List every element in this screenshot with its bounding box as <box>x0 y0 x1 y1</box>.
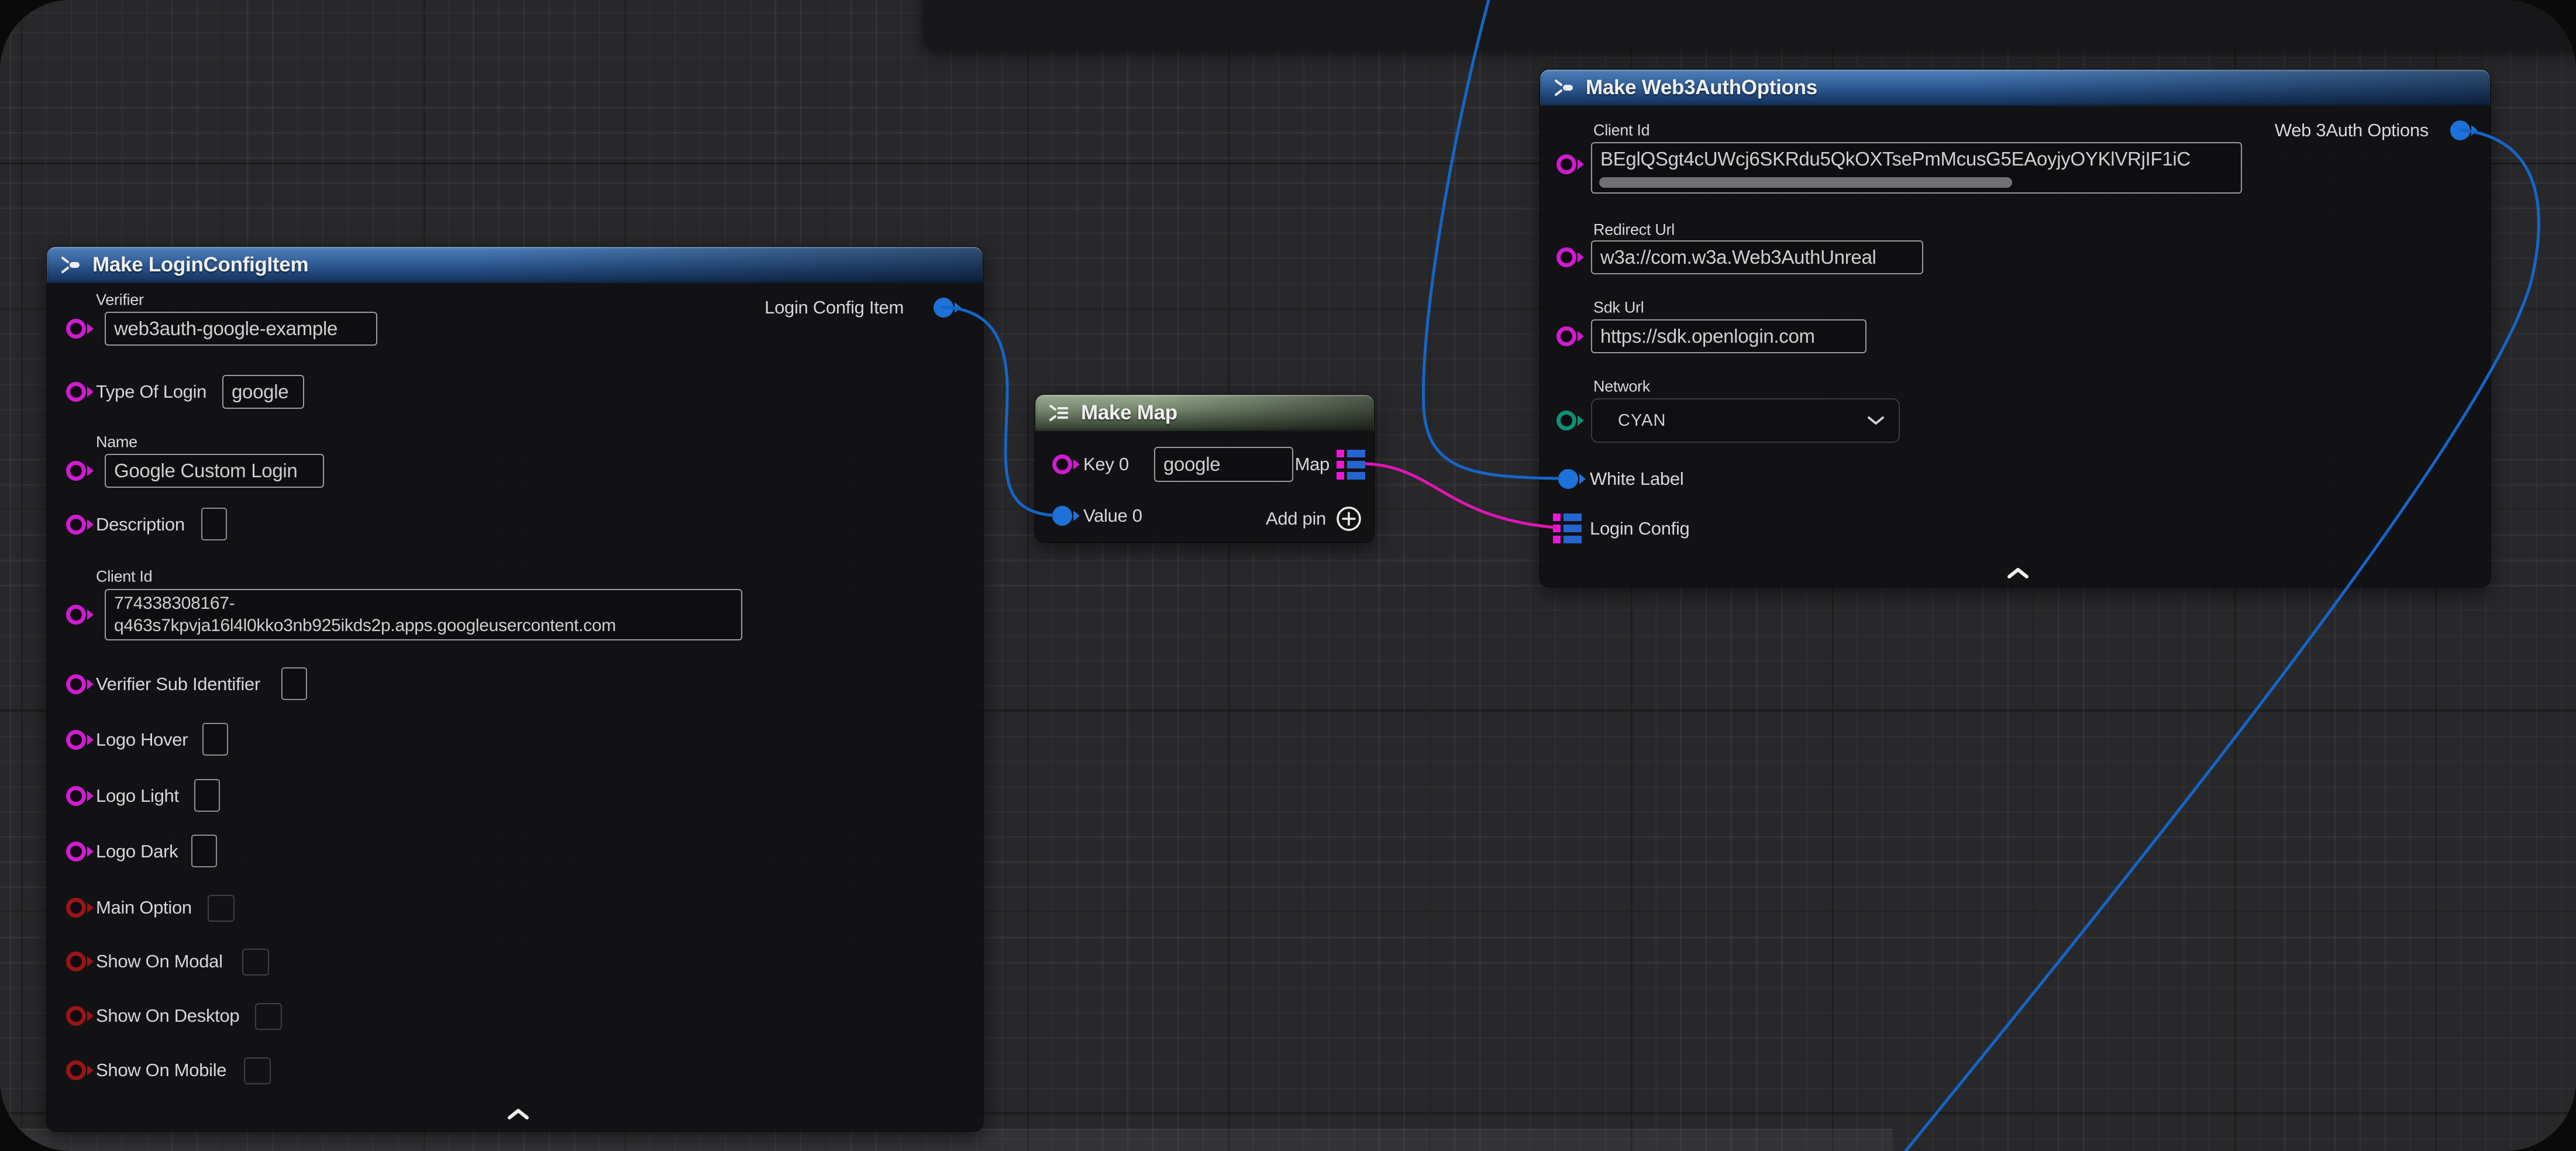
chevron-up-icon[interactable] <box>2007 567 2029 580</box>
input-pin-type-of-login[interactable] <box>66 382 95 402</box>
network-dropdown[interactable]: CYAN <box>1591 398 1900 443</box>
input-pin-client-id[interactable] <box>66 605 95 625</box>
node-title: Make Map <box>1081 401 1177 425</box>
wire-map-to-login-config[interactable] <box>1366 464 1556 528</box>
node-header-make-loginconfigitem[interactable]: Make LoginConfigItem <box>47 247 983 283</box>
pin-label-type-of-login: Type Of Login <box>96 381 206 402</box>
pin-label-main-option: Main Option <box>96 897 192 918</box>
node-header-make-map[interactable]: Make Map <box>1035 395 1374 431</box>
input-pin-value-0[interactable] <box>1052 506 1082 526</box>
pin-label-white-label: White Label <box>1590 468 1683 490</box>
pin-label-logo-dark: Logo Dark <box>96 841 178 862</box>
offscreen-node-edge <box>923 0 2576 49</box>
node-make-map[interactable]: Make Map Key 0 google Value 0 Map Add pi… <box>1035 394 1375 543</box>
add-pin-button[interactable]: Add pin <box>1266 505 1362 532</box>
pin-label-network: Network <box>1593 378 1650 396</box>
make-map-icon <box>1048 404 1070 422</box>
chevron-up-icon[interactable] <box>508 1108 529 1121</box>
blueprint-canvas[interactable]: Make LoginConfigItem Login Config Item V… <box>0 0 2576 1151</box>
pin-label-value-0: Value 0 <box>1083 505 1142 526</box>
input-pin-verifier[interactable] <box>66 319 95 339</box>
name-value: Google Custom Login <box>114 460 298 482</box>
input-pin-key-0[interactable] <box>1052 454 1082 474</box>
verifier-value: web3auth-google-example <box>114 318 338 340</box>
make-struct-icon <box>1553 78 1575 97</box>
pin-label-show-on-mobile: Show On Mobile <box>96 1060 226 1081</box>
output-pin-label: Login Config Item <box>764 297 904 318</box>
input-pin-show-on-modal[interactable] <box>66 952 95 971</box>
node-title: Make Web3AuthOptions <box>1586 76 1817 99</box>
input-pin-show-on-mobile[interactable] <box>66 1060 95 1080</box>
make-struct-icon <box>60 256 82 274</box>
main-option-checkbox[interactable] <box>208 895 235 922</box>
show-on-desktop-checkbox[interactable] <box>255 1003 282 1030</box>
logo-dark-input[interactable] <box>191 835 217 867</box>
key-0-value: google <box>1163 453 1220 475</box>
logo-hover-input[interactable] <box>202 723 228 756</box>
input-pin-redirect-url[interactable] <box>1556 247 1586 267</box>
client-id-scrollbar[interactable] <box>1599 177 2012 188</box>
logo-light-input[interactable] <box>194 779 220 812</box>
pin-label-verifier: Verifier <box>96 291 144 309</box>
pin-label-client-id: Client Id <box>96 568 152 586</box>
verifier-sub-identifier-input[interactable] <box>281 667 307 700</box>
output-pin-label: Web 3Auth Options <box>2275 120 2429 141</box>
client-id-value-line1: 774338308167- <box>114 592 235 615</box>
network-value: CYAN <box>1618 411 1666 430</box>
client-id-value: BEglQSgt4cUWcj6SKRdu5QkOXTsePmMcusG5EAoy… <box>1600 148 2191 170</box>
pin-label-description: Description <box>96 514 185 535</box>
client-id-input[interactable]: BEglQSgt4cUWcj6SKRdu5QkOXTsePmMcusG5EAoy… <box>1591 142 2242 194</box>
input-pin-client-id[interactable] <box>1556 154 1586 174</box>
comment-box-edge <box>0 1129 1893 1151</box>
pin-label-client-id: Client Id <box>1593 122 1649 140</box>
name-input[interactable]: Google Custom Login <box>105 454 324 488</box>
input-pin-name[interactable] <box>66 461 95 481</box>
add-pin-label: Add pin <box>1266 508 1326 529</box>
verifier-input[interactable]: web3auth-google-example <box>105 312 377 346</box>
input-pin-main-option[interactable] <box>66 898 95 918</box>
input-pin-sdk-url[interactable] <box>1556 326 1586 346</box>
pin-label-redirect-url: Redirect Url <box>1593 221 1675 239</box>
node-title: Make LoginConfigItem <box>92 253 308 277</box>
input-pin-network[interactable] <box>1556 411 1586 430</box>
input-pin-logo-light[interactable] <box>66 786 95 806</box>
redirect-url-value: w3a://com.w3a.Web3AuthUnreal <box>1600 246 1876 268</box>
input-pin-show-on-desktop[interactable] <box>66 1006 95 1026</box>
input-pin-white-label[interactable] <box>1558 469 1587 489</box>
client-id-value-line2: q463s7kpvja16l4l0kko3nb925ikds2p.apps.go… <box>114 615 616 637</box>
node-make-loginconfigitem[interactable]: Make LoginConfigItem Login Config Item V… <box>46 246 983 1132</box>
output-pin-map[interactable] <box>1337 450 1368 480</box>
show-on-mobile-checkbox[interactable] <box>244 1057 271 1084</box>
pin-label-verifier-sub-identifier: Verifier Sub Identifier <box>96 674 260 695</box>
input-pin-description[interactable] <box>66 515 95 535</box>
node-make-web3authoptions[interactable]: Make Web3AuthOptions Client Id Web 3Auth… <box>1540 69 2491 587</box>
client-id-input[interactable]: 774338308167- q463s7kpvja16l4l0kko3nb925… <box>105 589 742 640</box>
pin-label-show-on-modal: Show On Modal <box>96 951 223 972</box>
description-input[interactable] <box>201 508 227 540</box>
input-pin-logo-dark[interactable] <box>66 842 95 861</box>
pin-label-sdk-url: Sdk Url <box>1593 299 1644 317</box>
key-0-input[interactable]: google <box>1154 447 1293 482</box>
pin-label-name: Name <box>96 433 137 452</box>
type-of-login-value: google <box>232 381 288 403</box>
input-pin-login-config[interactable] <box>1553 514 1585 543</box>
pin-label-logo-light: Logo Light <box>96 785 179 807</box>
plus-circle-icon <box>1335 505 1362 532</box>
chevron-down-icon <box>1867 415 1885 426</box>
type-of-login-input[interactable]: google <box>222 375 304 409</box>
pin-label-key-0: Key 0 <box>1083 454 1129 475</box>
wire-offscreen-to-white-label[interactable] <box>1424 0 1558 478</box>
sdk-url-value: https://sdk.openlogin.com <box>1600 325 1815 347</box>
output-pin-label-map: Map <box>1295 454 1330 475</box>
input-pin-logo-hover[interactable] <box>66 730 95 750</box>
node-header-make-web3authoptions[interactable]: Make Web3AuthOptions <box>1540 70 2490 106</box>
pin-label-login-config: Login Config <box>1590 518 1689 539</box>
sdk-url-input[interactable]: https://sdk.openlogin.com <box>1591 319 1866 353</box>
redirect-url-input[interactable]: w3a://com.w3a.Web3AuthUnreal <box>1591 240 1923 274</box>
input-pin-verifier-sub-identifier[interactable] <box>66 674 95 694</box>
pin-label-logo-hover: Logo Hover <box>96 729 188 750</box>
pin-label-show-on-desktop: Show On Desktop <box>96 1005 239 1026</box>
show-on-modal-checkbox[interactable] <box>242 949 269 976</box>
